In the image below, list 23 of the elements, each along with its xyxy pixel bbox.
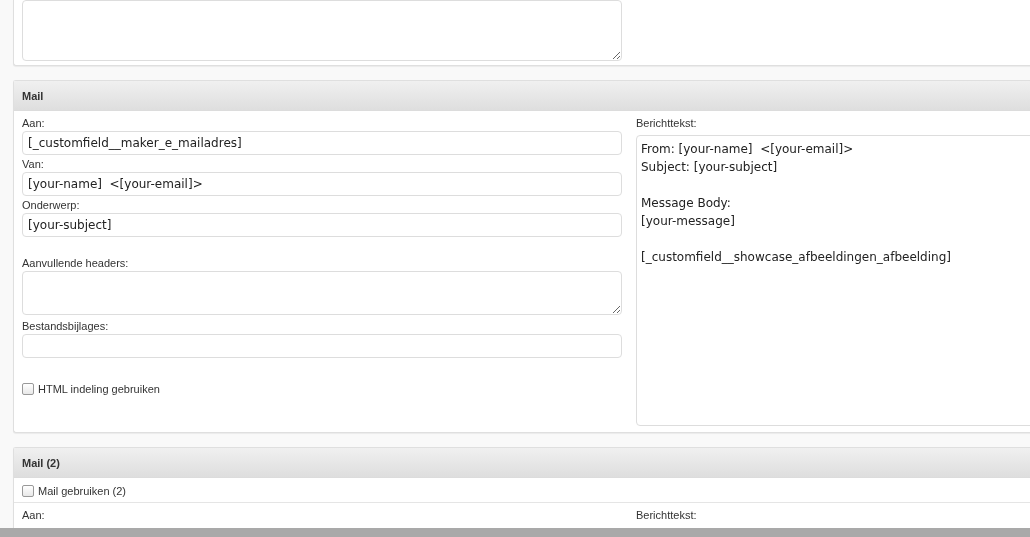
panel-title: Mail (2) (14, 448, 1030, 478)
text-field[interactable] (22, 334, 622, 358)
field-label: Berichttekst: (636, 509, 697, 522)
panel-title: Mail (14, 81, 1030, 111)
text-area[interactable] (22, 271, 622, 315)
checkbox-box[interactable] (22, 485, 34, 497)
checkbox-label: HTML indeling gebruiken (38, 383, 160, 395)
field-label: Bestandsbijlages: (22, 320, 109, 333)
text-field[interactable]: [your-name] <[your-email]> (22, 172, 622, 196)
field-label: Aanvullende headers: (22, 257, 129, 270)
field-label: Berichttekst: (636, 117, 697, 130)
field-label: Onderwerp: (22, 199, 80, 212)
text-field[interactable]: [your-subject] (22, 213, 622, 237)
field-label: Van: (22, 158, 44, 171)
message-body-field[interactable]: From: [your-name] <[your-email]> Subject: [your-subject] Message Body: [your-message] [_customfield__showcase_afbeeldingen_afbeelding] (636, 135, 1030, 426)
text-area[interactable] (22, 0, 622, 61)
checkbox-label: Mail gebruiken (2) (38, 485, 127, 497)
field-label: Aan: (22, 117, 45, 130)
text-field[interactable]: [_customfield__maker_e_mailadres] (22, 131, 622, 155)
checkbox[interactable]: HTML indeling gebruiken (22, 383, 622, 395)
checkbox[interactable]: Mail gebruiken (2) (22, 485, 1030, 497)
checkbox-box[interactable] (22, 383, 34, 395)
field-label: Aan: (22, 509, 45, 522)
